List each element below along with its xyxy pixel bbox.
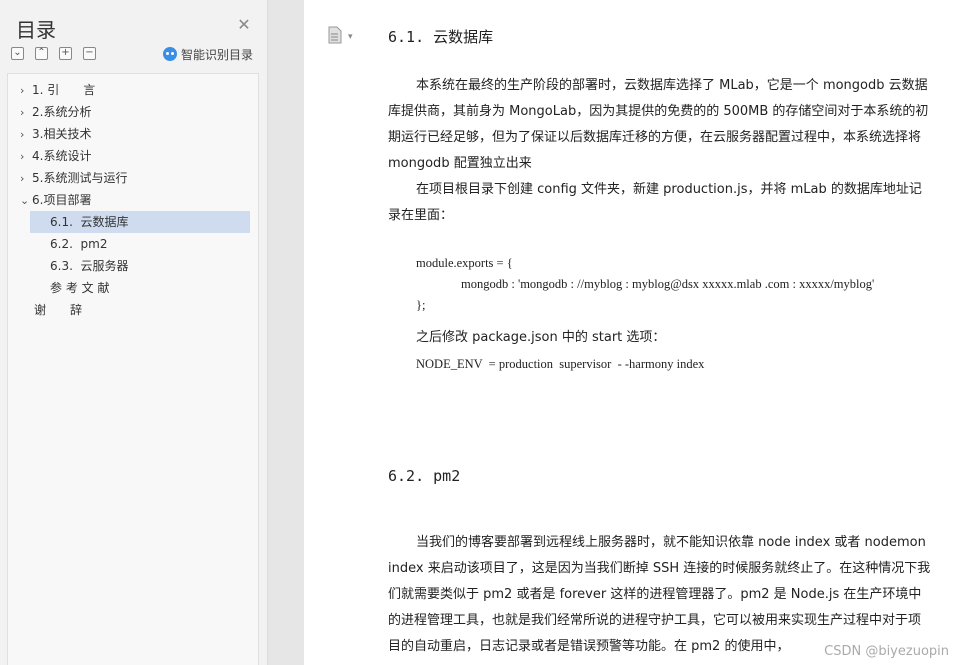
toc-item-analysis[interactable]: › 2.系统分析 — [20, 101, 91, 123]
code-line-2: mongodb : 'mongodb : //myblog : myblog@d… — [461, 277, 875, 291]
close-icon[interactable]: ✕ — [236, 17, 252, 33]
toc-item-cloud-db[interactable]: 6.1. 云数据库 — [30, 211, 250, 233]
toc-item-cloud-server[interactable]: 6.3. 云服务器 — [50, 255, 129, 277]
toc-item-thanks[interactable]: 谢 辞 — [34, 299, 82, 321]
paragraph-2: 在项目根目录下创建 config 文件夹，新建 production.js，并将… — [388, 182, 922, 223]
paragraph-4: 当我们的博客要部署到远程线上服务器时，就不能知识依靠 node index 或者… — [388, 535, 931, 654]
heading-cloud-db: 6.1. 云数据库 — [388, 28, 494, 46]
heading-pm2: 6.2. pm2 — [388, 467, 461, 485]
toc-item-deploy[interactable]: ⌄ 6.项目部署 — [20, 189, 91, 211]
watermark: CSDN @biyezuopin — [824, 644, 949, 659]
chevron-down-icon[interactable]: ▾ — [348, 32, 353, 42]
collapse-minus-icon[interactable]: − — [83, 47, 96, 60]
toc-item-design[interactable]: › 4.系统设计 — [20, 145, 91, 167]
toc-item-pm2[interactable]: 6.2. pm2 — [50, 233, 107, 255]
robot-icon — [163, 47, 177, 61]
toc-item-intro[interactable]: › 1. 引 言 — [20, 79, 95, 101]
paragraph-1: 本系统在最终的生产阶段的部署时，云数据库选择了 MLab，它是一个 mongod… — [388, 78, 929, 171]
smart-toc-button[interactable]: 智能识别目录 — [163, 46, 253, 64]
chevron-down-icon: ⌄ — [20, 194, 30, 207]
document-page: ▾ 6.1. 云数据库 本系统在最终的生产阶段的部署时，云数据库选择了 MLab… — [304, 0, 963, 665]
collapse-down-icon[interactable]: ⌄ — [11, 47, 24, 60]
code-line-4: NODE_ENV = production supervisor - -harm… — [416, 357, 705, 371]
paragraph-3: 之后修改 package.json 中的 start 选项： — [416, 330, 666, 345]
chevron-right-icon: › — [20, 150, 25, 163]
chevron-right-icon: › — [20, 84, 25, 97]
chevron-right-icon: › — [20, 128, 25, 141]
toc-sidebar: 目录 ✕ ⌄ ⌃ + − 智能识别目录 › 1. 引 言 › 2.系统分析 › 3.相… — [0, 0, 268, 665]
expand-plus-icon[interactable]: + — [59, 47, 72, 60]
chevron-right-icon: › — [20, 106, 25, 119]
toc-item-testing[interactable]: › 5.系统测试与运行 — [20, 167, 127, 189]
chevron-right-icon: › — [20, 172, 25, 185]
toc-item-references[interactable]: 参 考 文 献 — [50, 277, 109, 299]
toc-item-tech[interactable]: › 3.相关技术 — [20, 123, 91, 145]
toc-list: › 1. 引 言 › 2.系统分析 › 3.相关技术 › 4.系统设计 › 5.系统测试与… — [7, 73, 259, 665]
code-line-3: }; — [416, 298, 426, 312]
collapse-up-icon[interactable]: ⌃ — [35, 47, 48, 60]
document-outline-icon[interactable] — [326, 26, 344, 44]
document-margin — [268, 0, 304, 665]
code-line-1: module.exports = { — [416, 256, 513, 270]
toc-title: 目录 — [16, 18, 56, 42]
